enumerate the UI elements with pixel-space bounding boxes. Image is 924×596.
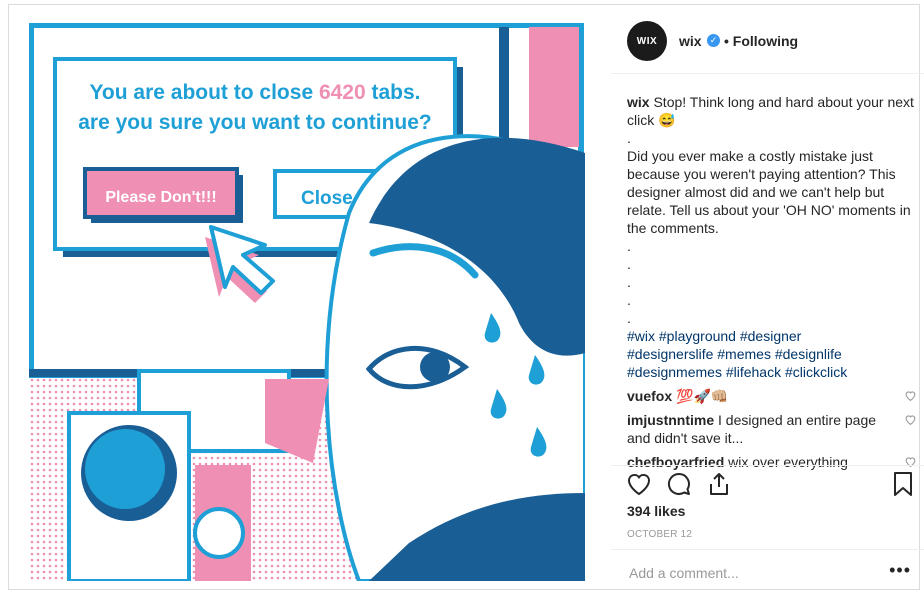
comment-username[interactable]: vuefox xyxy=(627,388,672,404)
post-header: WIX wix ✓ • Following xyxy=(611,9,924,74)
caption-username[interactable]: wix xyxy=(627,94,650,110)
bookmark-icon[interactable] xyxy=(889,470,917,498)
hashtags-line-1[interactable]: #wix #playground #designer xyxy=(627,327,917,345)
like-count[interactable]: 394 likes xyxy=(627,503,685,519)
comment-item: imjustnntime I designed an entire page a… xyxy=(627,411,917,447)
heart-icon[interactable] xyxy=(904,389,917,402)
comment-input[interactable] xyxy=(627,562,881,584)
author-username[interactable]: wix xyxy=(679,33,702,49)
comment-list: wix Stop! Think long and hard about your… xyxy=(627,93,917,471)
please-dont-button-label: Please Don't!!! xyxy=(105,189,216,206)
caption: wix Stop! Think long and hard about your… xyxy=(627,93,917,381)
illustration: You are about to close 6420 tabs. are yo… xyxy=(29,23,585,581)
dialog-line-2: are you sure you want to continue? xyxy=(78,111,432,134)
post-sidebar: WIX wix ✓ • Following wix Stop! Think lo… xyxy=(611,9,924,593)
more-options-icon[interactable]: ••• xyxy=(889,560,911,581)
action-bar xyxy=(611,465,924,506)
hashtags-line-2[interactable]: #designerslife #memes #designlife xyxy=(627,345,917,363)
verified-icon: ✓ xyxy=(707,34,720,47)
comment-username[interactable]: imjustnntime xyxy=(627,412,714,428)
add-comment-bar: ••• xyxy=(611,549,924,594)
post-image: You are about to close 6420 tabs. are yo… xyxy=(29,23,585,581)
heart-icon[interactable] xyxy=(904,413,917,426)
post-frame: You are about to close 6420 tabs. are yo… xyxy=(8,4,924,590)
comment-text: 💯🚀👊🏼 xyxy=(676,388,729,404)
share-icon[interactable] xyxy=(705,470,733,498)
hashtags-line-3[interactable]: #designmemes #lifehack #clickclick xyxy=(627,363,917,381)
comment-item: vuefox 💯🚀👊🏼 xyxy=(627,387,917,405)
comment-icon[interactable] xyxy=(665,470,693,498)
dialog-line-1: You are about to close 6420 tabs. xyxy=(89,81,420,104)
following-status[interactable]: • Following xyxy=(724,33,798,49)
post-date: OCTOBER 12 xyxy=(627,529,693,540)
heart-icon[interactable] xyxy=(625,470,653,498)
avatar[interactable]: WIX xyxy=(627,21,667,61)
caption-text: Stop! Think long and hard about your nex… xyxy=(627,94,914,326)
